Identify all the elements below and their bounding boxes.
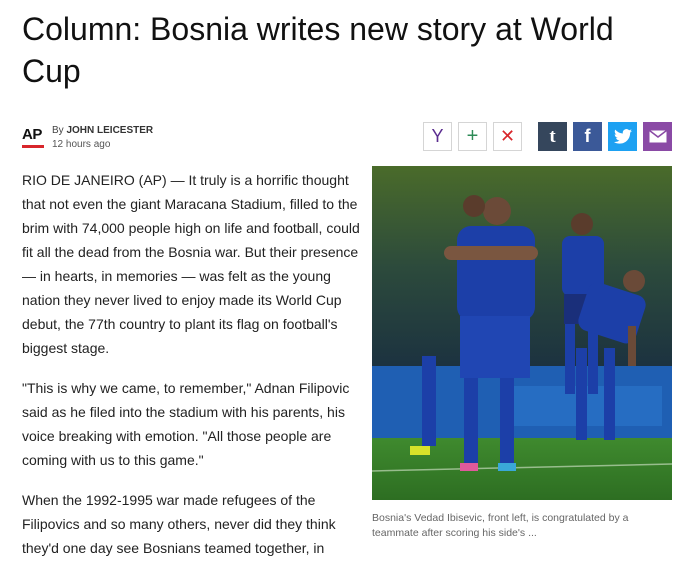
remove-button[interactable]: ✕ [493, 122, 522, 151]
tumblr-icon: t [549, 125, 556, 147]
email-share-button[interactable] [643, 122, 672, 151]
yahoo-icon: Y [431, 126, 444, 146]
article-paragraph: When the 1992-1995 war made refugees of … [22, 492, 336, 556]
envelope-icon [648, 130, 667, 143]
ap-logo-underline [22, 145, 44, 148]
twitter-icon [613, 129, 632, 144]
byline-row: AP By JOHN LEICESTER 12 hours ago Y + ✕ … [22, 122, 672, 154]
ap-logo[interactable]: AP [22, 126, 44, 150]
close-icon: ✕ [499, 126, 516, 146]
yahoo-button[interactable]: Y [423, 122, 452, 151]
author-name[interactable]: JOHN LEICESTER [66, 125, 153, 136]
share-toolbar: Y + ✕ t f [423, 122, 672, 152]
plus-icon: + [466, 125, 479, 147]
twitter-share-button[interactable] [608, 122, 637, 151]
byline-prefix: By [52, 125, 64, 136]
article-photo[interactable] [372, 166, 672, 500]
facebook-icon: f [584, 126, 591, 146]
article-headline: Column: Bosnia writes new story at World… [22, 11, 614, 89]
facebook-share-button[interactable]: f [573, 122, 602, 151]
photo-caption: Bosnia's Vedad Ibisevic, front left, is … [372, 512, 629, 539]
tumblr-share-button[interactable]: t [538, 122, 567, 151]
add-button[interactable]: + [458, 122, 487, 151]
ap-logo-text: AP [22, 126, 42, 143]
article-body: RIO DE JANEIRO (AP) — It truly is a horr… [22, 168, 364, 576]
byline: By JOHN LEICESTER 12 hours ago [52, 124, 153, 152]
article-paragraph: RIO DE JANEIRO (AP) — It truly is a horr… [22, 172, 360, 356]
timestamp: 12 hours ago [52, 139, 111, 150]
photo-image [372, 166, 672, 500]
article-paragraph: "This is why we came, to remember," Adna… [22, 380, 350, 468]
